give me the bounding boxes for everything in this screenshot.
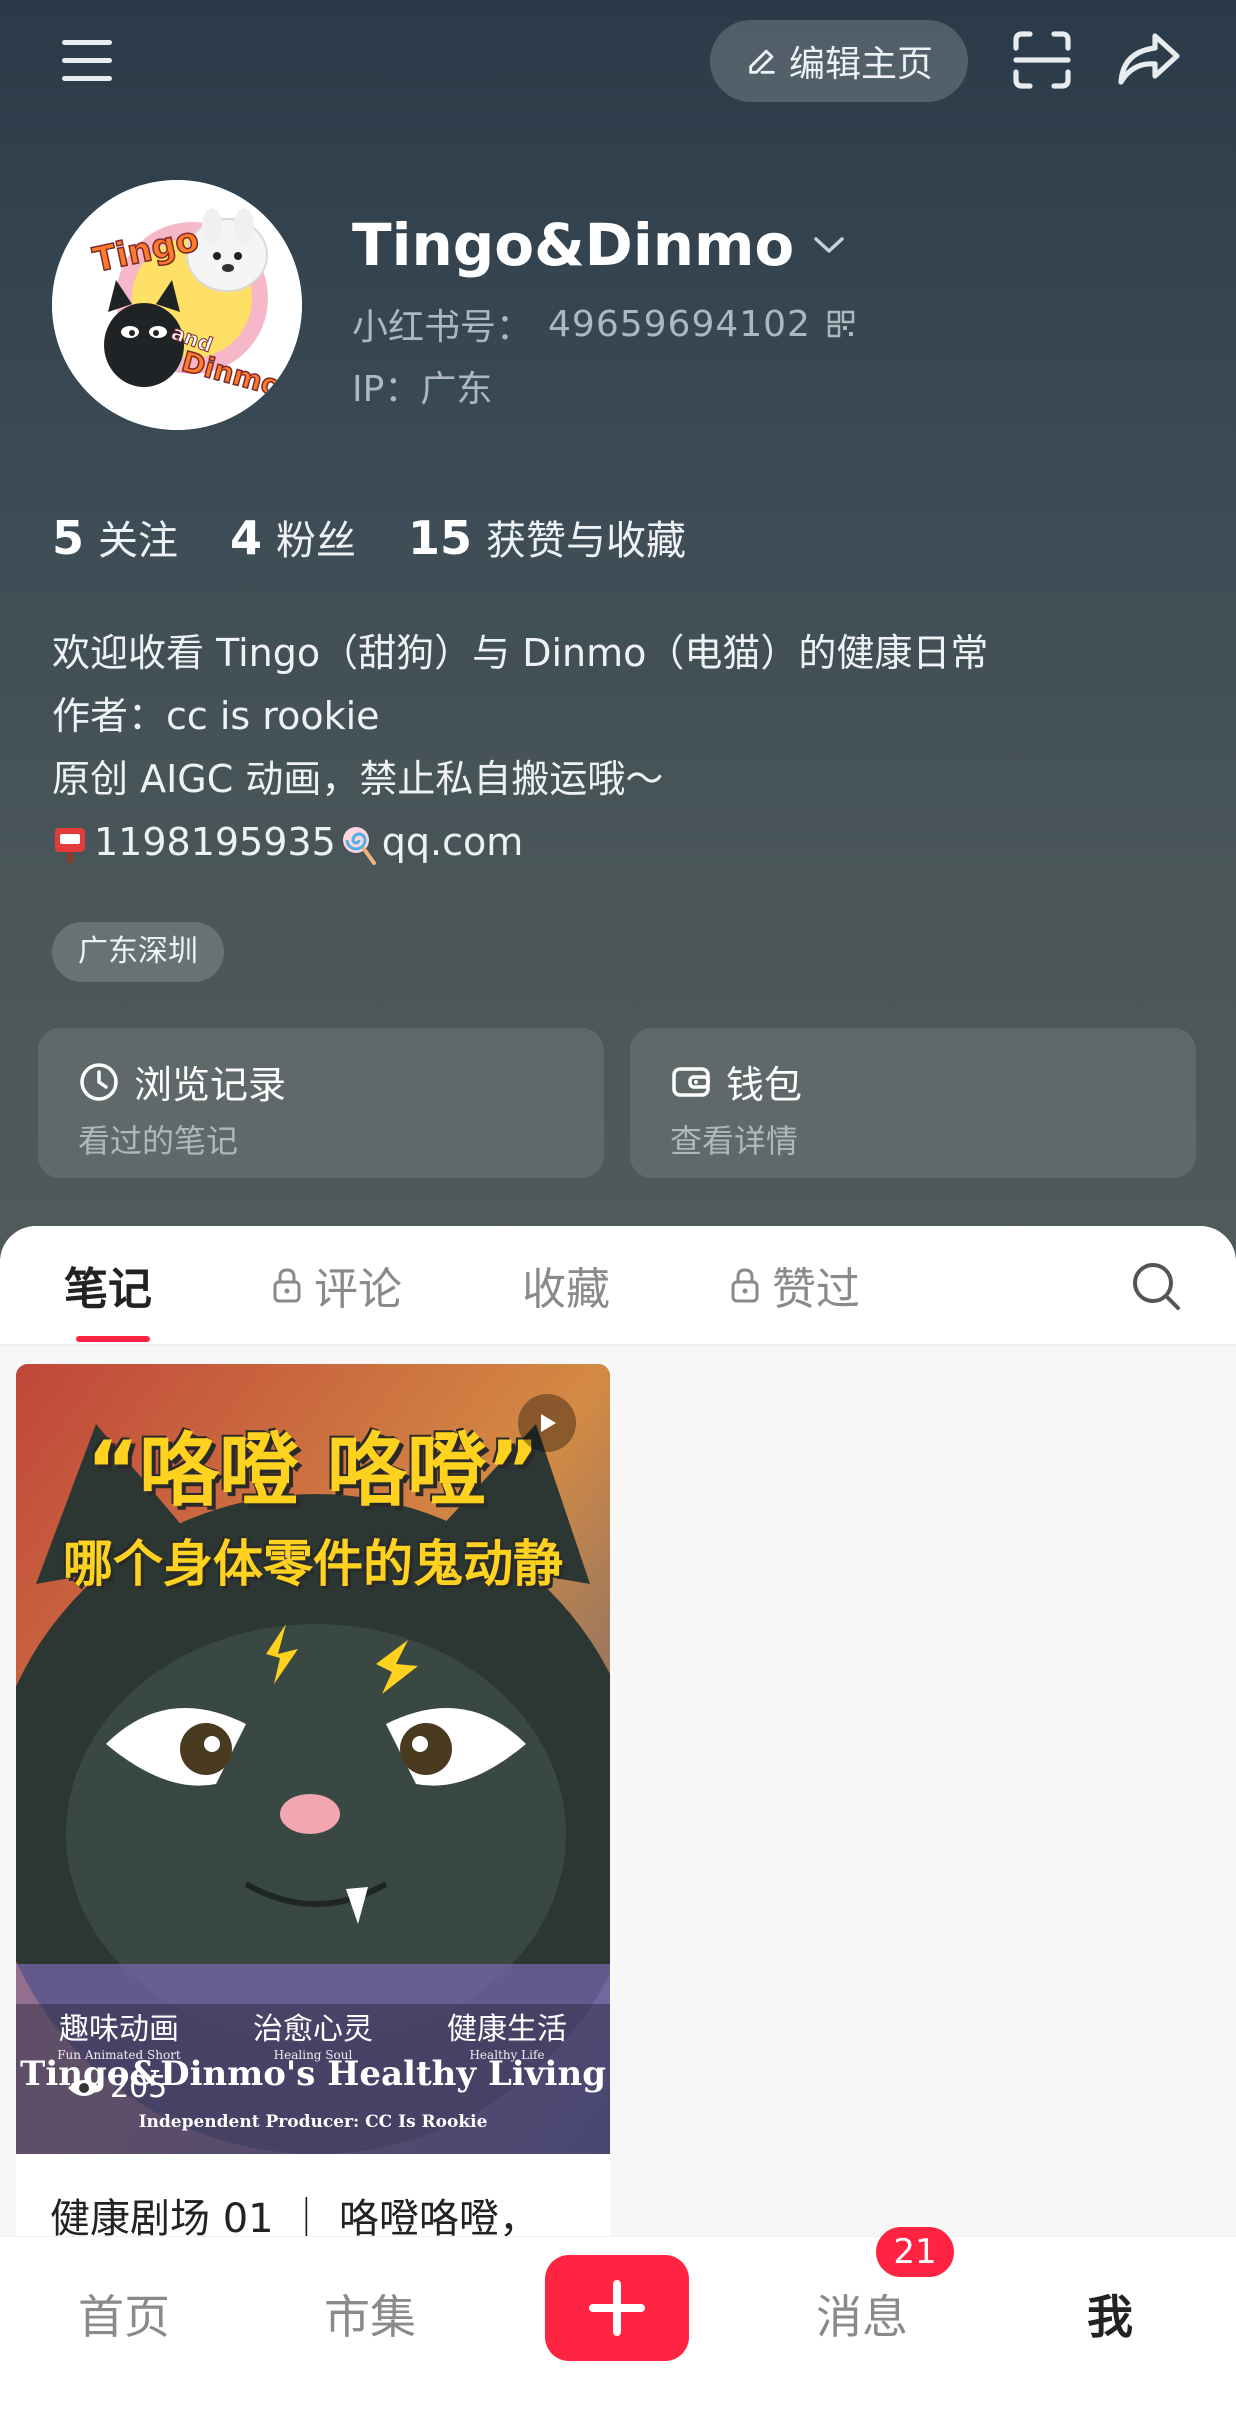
plus-icon bbox=[589, 2280, 645, 2336]
contact-number: 1198195935 bbox=[94, 820, 336, 864]
mailbox-icon bbox=[55, 827, 85, 863]
wallet-card-title: 钱包 bbox=[670, 1054, 802, 1109]
publish-button[interactable] bbox=[545, 2255, 689, 2361]
search-icon[interactable] bbox=[1128, 1258, 1184, 1314]
pencil-icon bbox=[749, 49, 775, 74]
stat-likes-collects[interactable]: 15 获赞与收藏 bbox=[408, 508, 686, 566]
history-card-title: 浏览记录 bbox=[78, 1054, 286, 1109]
username[interactable]: Tingo&Dinmo bbox=[352, 210, 846, 280]
ip-value: 广东 bbox=[420, 369, 493, 410]
wallet-icon bbox=[672, 1066, 710, 1097]
award-title: 健康生活 bbox=[447, 2012, 567, 2047]
tab-label: 评论 bbox=[314, 1264, 402, 1315]
wallet-subtitle: 查看详情 bbox=[670, 1122, 799, 1160]
stat-label: 关注 bbox=[98, 518, 179, 564]
location-tag[interactable]: 广东深圳 bbox=[52, 922, 224, 982]
history-card[interactable]: 浏览记录 看过的笔记 bbox=[38, 1028, 604, 1178]
clock-icon bbox=[80, 1062, 118, 1101]
ip-label: IP： bbox=[352, 369, 421, 410]
bio: 欢迎收看 Tingo（甜狗）与 Dinmo（电猫）的健康日常 作者：cc is … bbox=[52, 622, 1182, 874]
qr-code-icon[interactable] bbox=[827, 310, 855, 338]
tab-liked[interactable]: 赞过 bbox=[728, 1226, 860, 1344]
wallet-card[interactable]: 钱包 查看详情 bbox=[630, 1028, 1196, 1178]
red-id-value: 49659694102 bbox=[548, 303, 811, 345]
top-bar: 编辑主页 bbox=[0, 0, 1236, 120]
nav-messages[interactable]: 消息 bbox=[762, 2281, 962, 2347]
bottom-nav: 首页 市集 消息 21 我 bbox=[0, 2227, 1236, 2427]
stat-label: 粉丝 bbox=[276, 518, 357, 564]
chevron-down-icon bbox=[814, 237, 845, 253]
award-title: 趣味动画 bbox=[59, 2012, 179, 2047]
award-title: 治愈心灵 bbox=[253, 2012, 373, 2047]
bio-line: 作者：cc is rookie bbox=[52, 694, 380, 738]
messages-badge: 21 bbox=[876, 2227, 954, 2277]
nav-me[interactable]: 我 bbox=[1010, 2281, 1210, 2347]
avatar-image: Tingo and Dinmo bbox=[52, 180, 302, 430]
lock-icon bbox=[731, 1268, 759, 1303]
tab-label: 收藏 bbox=[522, 1264, 610, 1315]
bio-line: 原创 AIGC 动画，禁止私自搬运哦～ bbox=[52, 757, 664, 801]
scan-icon[interactable] bbox=[1010, 28, 1074, 92]
lollipop-icon bbox=[342, 826, 376, 865]
stat-number: 15 bbox=[408, 511, 473, 565]
profile-header: 编辑主页 Tingo and Dinmo Tingo&Dinmo 小红书号： 4… bbox=[0, 0, 1236, 1260]
stat-following[interactable]: 5 关注 bbox=[52, 508, 178, 566]
ip-location: IP：广东 bbox=[352, 360, 492, 412]
share-icon[interactable] bbox=[1114, 28, 1184, 92]
wallet-title-text: 钱包 bbox=[726, 1063, 803, 1107]
eye-icon bbox=[68, 2079, 100, 2096]
bio-contact-line: 1198195935 qq.com bbox=[52, 811, 1182, 874]
menu-icon[interactable] bbox=[58, 36, 118, 86]
view-count: 205 bbox=[66, 2070, 167, 2105]
history-subtitle: 看过的笔记 bbox=[78, 1122, 239, 1160]
lock-icon bbox=[273, 1268, 301, 1303]
contact-domain: qq.com bbox=[381, 820, 524, 864]
edit-profile-label: 编辑主页 bbox=[788, 44, 933, 85]
history-title-text: 浏览记录 bbox=[134, 1063, 287, 1107]
nav-home[interactable]: 首页 bbox=[24, 2281, 224, 2347]
note-cover: “咯噔 咯噔” 哪个身体零件的鬼动静 趣味动画 Fun Animated Sho… bbox=[16, 1364, 610, 2154]
profile-tabs: 笔记 评论 收藏 赞过 bbox=[0, 1226, 1236, 1346]
cover-credit: Independent Producer: CC Is Rookie bbox=[138, 2112, 488, 2132]
stat-label: 获赞与收藏 bbox=[486, 518, 687, 564]
profile-screen: 编辑主页 Tingo and Dinmo Tingo&Dinmo 小红书号： 4… bbox=[0, 0, 1236, 2427]
view-count-value: 205 bbox=[110, 2070, 168, 2105]
profile-stats: 5 关注 4 粉丝 15 获赞与收藏 bbox=[52, 508, 686, 566]
red-id[interactable]: 小红书号： 49659694102 bbox=[352, 298, 855, 350]
cover-subtitle-cn: 哪个身体零件的鬼动静 bbox=[63, 1535, 563, 1593]
username-text: Tingo&Dinmo bbox=[352, 211, 795, 279]
tab-comments[interactable]: 评论 bbox=[270, 1226, 402, 1344]
edit-profile-button[interactable]: 编辑主页 bbox=[710, 20, 968, 102]
red-id-label: 小红书号： bbox=[352, 307, 533, 348]
stat-number: 5 bbox=[52, 511, 85, 565]
active-tab-indicator bbox=[76, 1336, 150, 1342]
nav-market[interactable]: 市集 bbox=[270, 2281, 470, 2347]
stat-number: 4 bbox=[230, 511, 263, 565]
avatar[interactable]: Tingo and Dinmo bbox=[52, 180, 302, 430]
tab-label: 笔记 bbox=[64, 1264, 152, 1315]
bio-line: 欢迎收看 Tingo（甜狗）与 Dinmo（电猫）的健康日常 bbox=[52, 631, 989, 675]
stat-followers[interactable]: 4 粉丝 bbox=[230, 508, 356, 566]
tab-collections[interactable]: 收藏 bbox=[522, 1226, 610, 1344]
tab-notes[interactable]: 笔记 bbox=[64, 1226, 152, 1344]
video-play-icon bbox=[518, 1394, 576, 1452]
tab-label: 赞过 bbox=[772, 1264, 860, 1315]
